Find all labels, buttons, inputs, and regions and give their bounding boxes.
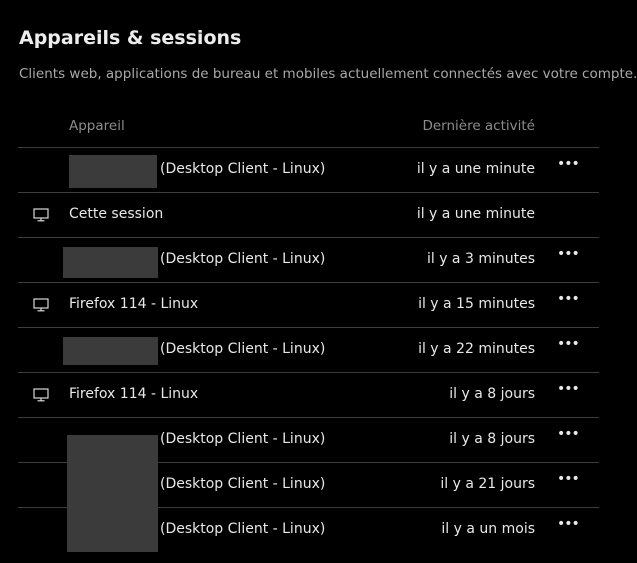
session-menu-button[interactable]: ••• [557, 156, 580, 179]
monitor-icon [33, 388, 49, 402]
session-last-activity: il y a 8 jours [449, 386, 535, 402]
session-menu-button[interactable]: ••• [557, 381, 580, 404]
session-client: (Desktop Client - Linux) [160, 431, 326, 447]
session-menu-button[interactable]: ••• [557, 426, 580, 449]
redacted-device-name [63, 337, 158, 365]
session-last-activity: il y a 3 minutes [426, 251, 535, 267]
more-options-icon: ••• [557, 246, 580, 262]
session-client: (Desktop Client - Linux) [160, 341, 326, 357]
session-menu-button[interactable]: ••• [557, 291, 580, 314]
session-menu-button[interactable]: ••• [557, 471, 580, 494]
more-options-icon: ••• [557, 471, 580, 487]
session-row: Firefox 114 - Linux il y a 8 jours ••• [18, 373, 599, 418]
more-options-icon: ••• [557, 516, 580, 532]
session-client: (Desktop Client - Linux) [160, 521, 326, 537]
table-header: Appareil Dernière activité [18, 104, 599, 148]
redacted-device-name [63, 247, 158, 278]
monitor-icon [33, 208, 49, 222]
redacted-device-name [67, 435, 158, 552]
session-device-name: Firefox 114 - Linux [69, 386, 199, 402]
session-row: Firefox 114 - Linux il y a 15 minutes ••… [18, 283, 599, 328]
session-last-activity: il y a un mois [441, 521, 535, 537]
session-menu-button[interactable]: ••• [557, 516, 580, 539]
more-options-icon: ••• [557, 381, 580, 397]
more-options-icon: ••• [557, 156, 580, 172]
page-title: Appareils & sessions [19, 27, 242, 49]
devices-sessions-panel: Appareils & sessions Clients web, applic… [0, 0, 637, 563]
session-device-name: Firefox 114 - Linux [69, 296, 199, 312]
page-subtitle: Clients web, applications de bureau et m… [19, 66, 637, 82]
redacted-device-name [69, 155, 157, 188]
session-last-activity: il y a 21 jours [440, 476, 535, 492]
session-last-activity: il y a 8 jours [449, 431, 535, 447]
session-client: (Desktop Client - Linux) [160, 251, 326, 267]
session-last-activity: il y a une minute [416, 161, 535, 177]
session-last-activity: il y a 22 minutes [418, 341, 535, 357]
monitor-icon [33, 298, 49, 312]
session-menu-button[interactable]: ••• [557, 336, 580, 359]
session-menu-button[interactable]: ••• [557, 246, 580, 269]
more-options-icon: ••• [557, 291, 580, 307]
session-client: (Desktop Client - Linux) [160, 476, 326, 492]
session-row: Cette session il y a une minute [18, 193, 599, 238]
column-header-device: Appareil [69, 118, 125, 134]
more-options-icon: ••• [557, 426, 580, 442]
session-last-activity: il y a une minute [416, 206, 535, 222]
session-last-activity: il y a 15 minutes [418, 296, 535, 312]
session-client: (Desktop Client - Linux) [160, 161, 326, 177]
session-device-name: Cette session [69, 206, 164, 222]
more-options-icon: ••• [557, 336, 580, 352]
column-header-activity: Dernière activité [422, 118, 535, 134]
